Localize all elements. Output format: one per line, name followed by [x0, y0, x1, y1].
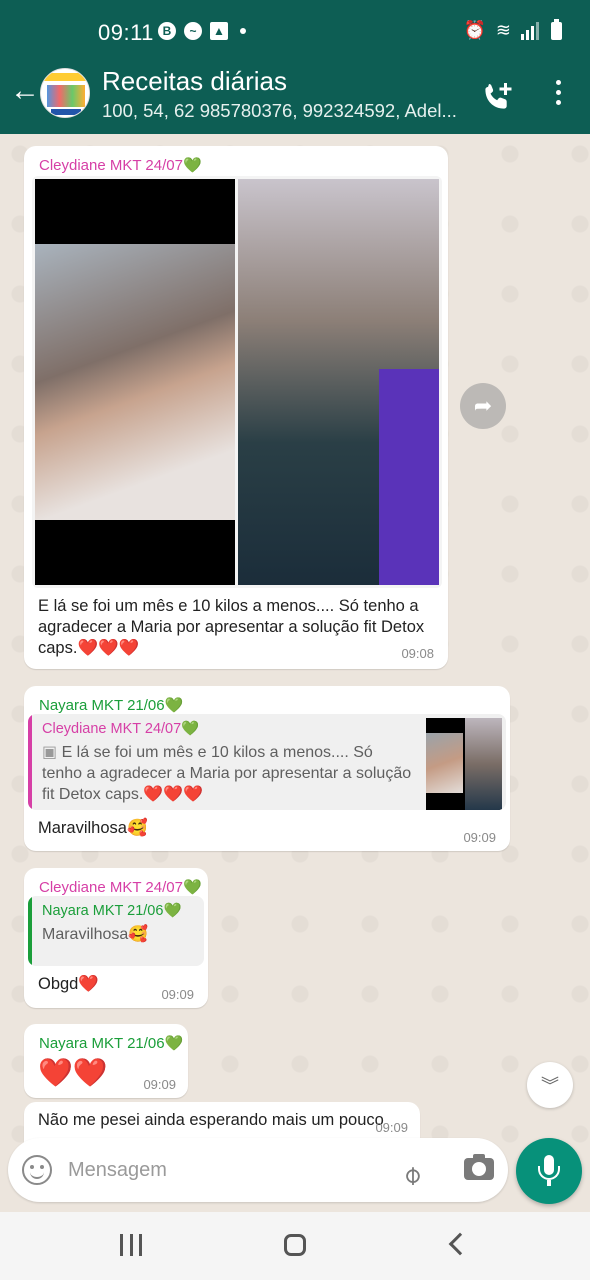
status-system-icons: ⏰ ≋ — [463, 18, 562, 41]
group-avatar[interactable] — [40, 68, 90, 118]
wifi-icon: ≋ — [495, 20, 511, 40]
nav-back-icon[interactable] — [448, 1232, 472, 1256]
forward-icon[interactable]: ➦ — [460, 383, 506, 429]
add-call-icon[interactable] — [482, 80, 514, 112]
double-chevron-down-icon: ︾ — [541, 1076, 559, 1096]
message-input[interactable] — [68, 1154, 388, 1186]
message-sender: Cleydiane MKT 24/07💚 — [39, 879, 202, 896]
message-bubble[interactable]: Nayara MKT 21/06💚 Cleydiane MKT 24/07💚 ▣… — [24, 686, 510, 851]
quote-bar — [28, 714, 32, 810]
image-left-photo — [35, 179, 235, 585]
message-time: 09:08 — [401, 646, 434, 661]
message-sender: Cleydiane MKT 24/07💚 — [39, 157, 202, 174]
camera-icon[interactable] — [464, 1154, 494, 1180]
quote-sender: Nayara MKT 21/06💚 — [42, 903, 182, 919]
message-sender: Nayara MKT 21/06💚 — [39, 697, 184, 714]
quote-sender: Cleydiane MKT 24/07💚 — [42, 721, 200, 737]
quoted-message[interactable]: Cleydiane MKT 24/07💚 ▣ E lá se foi um mê… — [28, 714, 506, 810]
message-text: Não me pesei ainda esperando mais um pou… — [38, 1111, 384, 1129]
avatar-banner — [41, 73, 89, 81]
image-icon: ▲ — [210, 22, 228, 40]
message-text: Maravilhosa🥰 — [38, 819, 148, 837]
message-sender: Nayara MKT 21/06💚 — [39, 1035, 184, 1052]
b-badge-icon: B — [158, 22, 176, 40]
message-image[interactable] — [32, 176, 442, 588]
image-right-photo — [238, 179, 439, 585]
chat-area[interactable]: Cleydiane MKT 24/07💚 E lá se foi um mês … — [0, 134, 590, 1144]
message-text: Obgd❤️ — [38, 975, 99, 993]
message-bubble[interactable]: Cleydiane MKT 24/07💚 Nayara MKT 21/06💚 M… — [24, 868, 208, 1008]
quote-bar — [28, 896, 32, 966]
avatar-image — [47, 85, 85, 107]
dot-icon — [240, 28, 246, 34]
home-icon[interactable] — [284, 1234, 306, 1256]
chat-members[interactable]: 100, 54, 62 985780376, 992324592, Adel..… — [102, 100, 462, 122]
message-bubble[interactable]: Cleydiane MKT 24/07💚 E lá se foi um mês … — [24, 146, 448, 669]
message-bubble[interactable]: Nayara MKT 21/06💚 ❤️❤️ 09:09 — [24, 1024, 188, 1098]
quote-text: ▣ E lá se foi um mês e 10 kilos a menos.… — [42, 744, 412, 803]
message-composer: ⌀ — [8, 1138, 508, 1202]
back-arrow-icon[interactable]: ← — [10, 76, 40, 106]
system-nav-bar — [0, 1212, 590, 1280]
avatar-footer — [51, 109, 81, 115]
message-time: 09:09 — [375, 1120, 408, 1135]
mic-button[interactable] — [516, 1138, 582, 1204]
chat-header: ← Receitas diárias 100, 54, 62 985780376… — [0, 54, 590, 134]
message-time: 09:09 — [463, 830, 496, 845]
message-time: 09:09 — [161, 987, 194, 1002]
messenger-icon: ~ — [184, 22, 202, 40]
quoted-message[interactable]: Nayara MKT 21/06💚 Maravilhosa🥰 — [28, 896, 204, 966]
battery-icon — [551, 18, 562, 40]
status-time: 09:11 — [98, 20, 154, 45]
quote-thumbnail — [426, 718, 502, 810]
photo-icon: ▣ — [42, 744, 62, 761]
attach-icon[interactable]: ⌀ — [395, 1148, 439, 1192]
chat-title[interactable]: Receitas diárias — [102, 66, 287, 97]
message-text: E lá se foi um mês e 10 kilos a menos...… — [38, 597, 425, 657]
recent-apps-icon[interactable] — [120, 1234, 142, 1256]
message-text: ❤️❤️ — [38, 1057, 108, 1088]
alarm-icon: ⏰ — [463, 20, 486, 40]
status-notification-icons: B ~ ▲ — [158, 22, 246, 40]
signal-icon — [521, 21, 541, 40]
message-time: 09:09 — [143, 1077, 176, 1092]
emoji-icon[interactable] — [22, 1155, 52, 1185]
scroll-down-button[interactable]: ︾ — [527, 1062, 573, 1108]
more-vert-icon[interactable] — [548, 80, 568, 110]
quote-text: Maravilhosa🥰 — [42, 926, 149, 943]
status-bar: 09:11 B ~ ▲ ⏰ ≋ — [0, 0, 590, 54]
